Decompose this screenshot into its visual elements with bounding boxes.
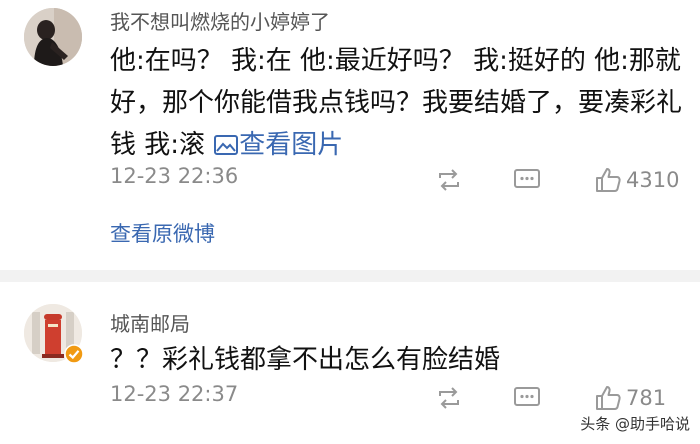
comment-item: 城南邮局 ？？彩礼钱都拿不出怎么有脸结婚 12-23 22:37 781 头条 …: [0, 282, 700, 444]
thumbs-up-icon: [596, 386, 621, 410]
repost-button[interactable]: [434, 166, 464, 194]
reply-button[interactable]: [512, 166, 542, 194]
timestamp: 12-23 22:36: [110, 164, 239, 188]
avatar-image: [24, 8, 82, 66]
comment-text: 他:在吗？ 我:在 他:最近好吗？ 我:挺好的 他:那就好，那个你能借我点钱吗？…: [110, 40, 690, 166]
like-button[interactable]: 781: [594, 384, 666, 412]
view-original-link[interactable]: 查看原微博: [110, 218, 215, 248]
username[interactable]: 我不想叫燃烧的小婷婷了: [110, 6, 330, 35]
image-icon: [214, 135, 239, 155]
like-count: 781: [626, 386, 667, 410]
comment-icon: [514, 387, 540, 406]
view-image-label: 查看图片: [239, 130, 344, 160]
repost-icon: [439, 387, 459, 409]
comment-body: 他:在吗？ 我:在 他:最近好吗？ 我:挺好的 他:那就好，那个你能借我点钱吗？…: [110, 46, 683, 160]
comment-body: ？？彩礼钱都拿不出怎么有脸结婚: [110, 345, 501, 375]
timestamp: 12-23 22:37: [110, 382, 239, 406]
separator: [0, 270, 700, 282]
username[interactable]: 城南邮局: [110, 308, 190, 337]
like-button[interactable]: 4310: [594, 166, 679, 194]
reply-button[interactable]: [512, 384, 542, 412]
comment-text: ？？彩礼钱都拿不出怎么有脸结婚: [110, 339, 690, 381]
comment-item: 我不想叫燃烧的小婷婷了 他:在吗？ 我:在 他:最近好吗？ 我:挺好的 他:那就…: [0, 0, 700, 270]
watermark: 头条 @助手哈说: [580, 415, 690, 433]
avatar[interactable]: [24, 8, 82, 66]
comment-icon: [514, 169, 540, 188]
repost-button[interactable]: [434, 384, 464, 412]
verified-badge-icon: [64, 344, 84, 364]
comment-meta: 12-23 22:36 4310: [110, 164, 690, 194]
thumbs-up-icon: [596, 168, 621, 192]
view-image-link[interactable]: 查看图片: [213, 130, 343, 160]
comment-meta: 12-23 22:37 781: [110, 382, 690, 412]
like-count: 4310: [626, 168, 680, 192]
repost-icon: [439, 169, 459, 191]
